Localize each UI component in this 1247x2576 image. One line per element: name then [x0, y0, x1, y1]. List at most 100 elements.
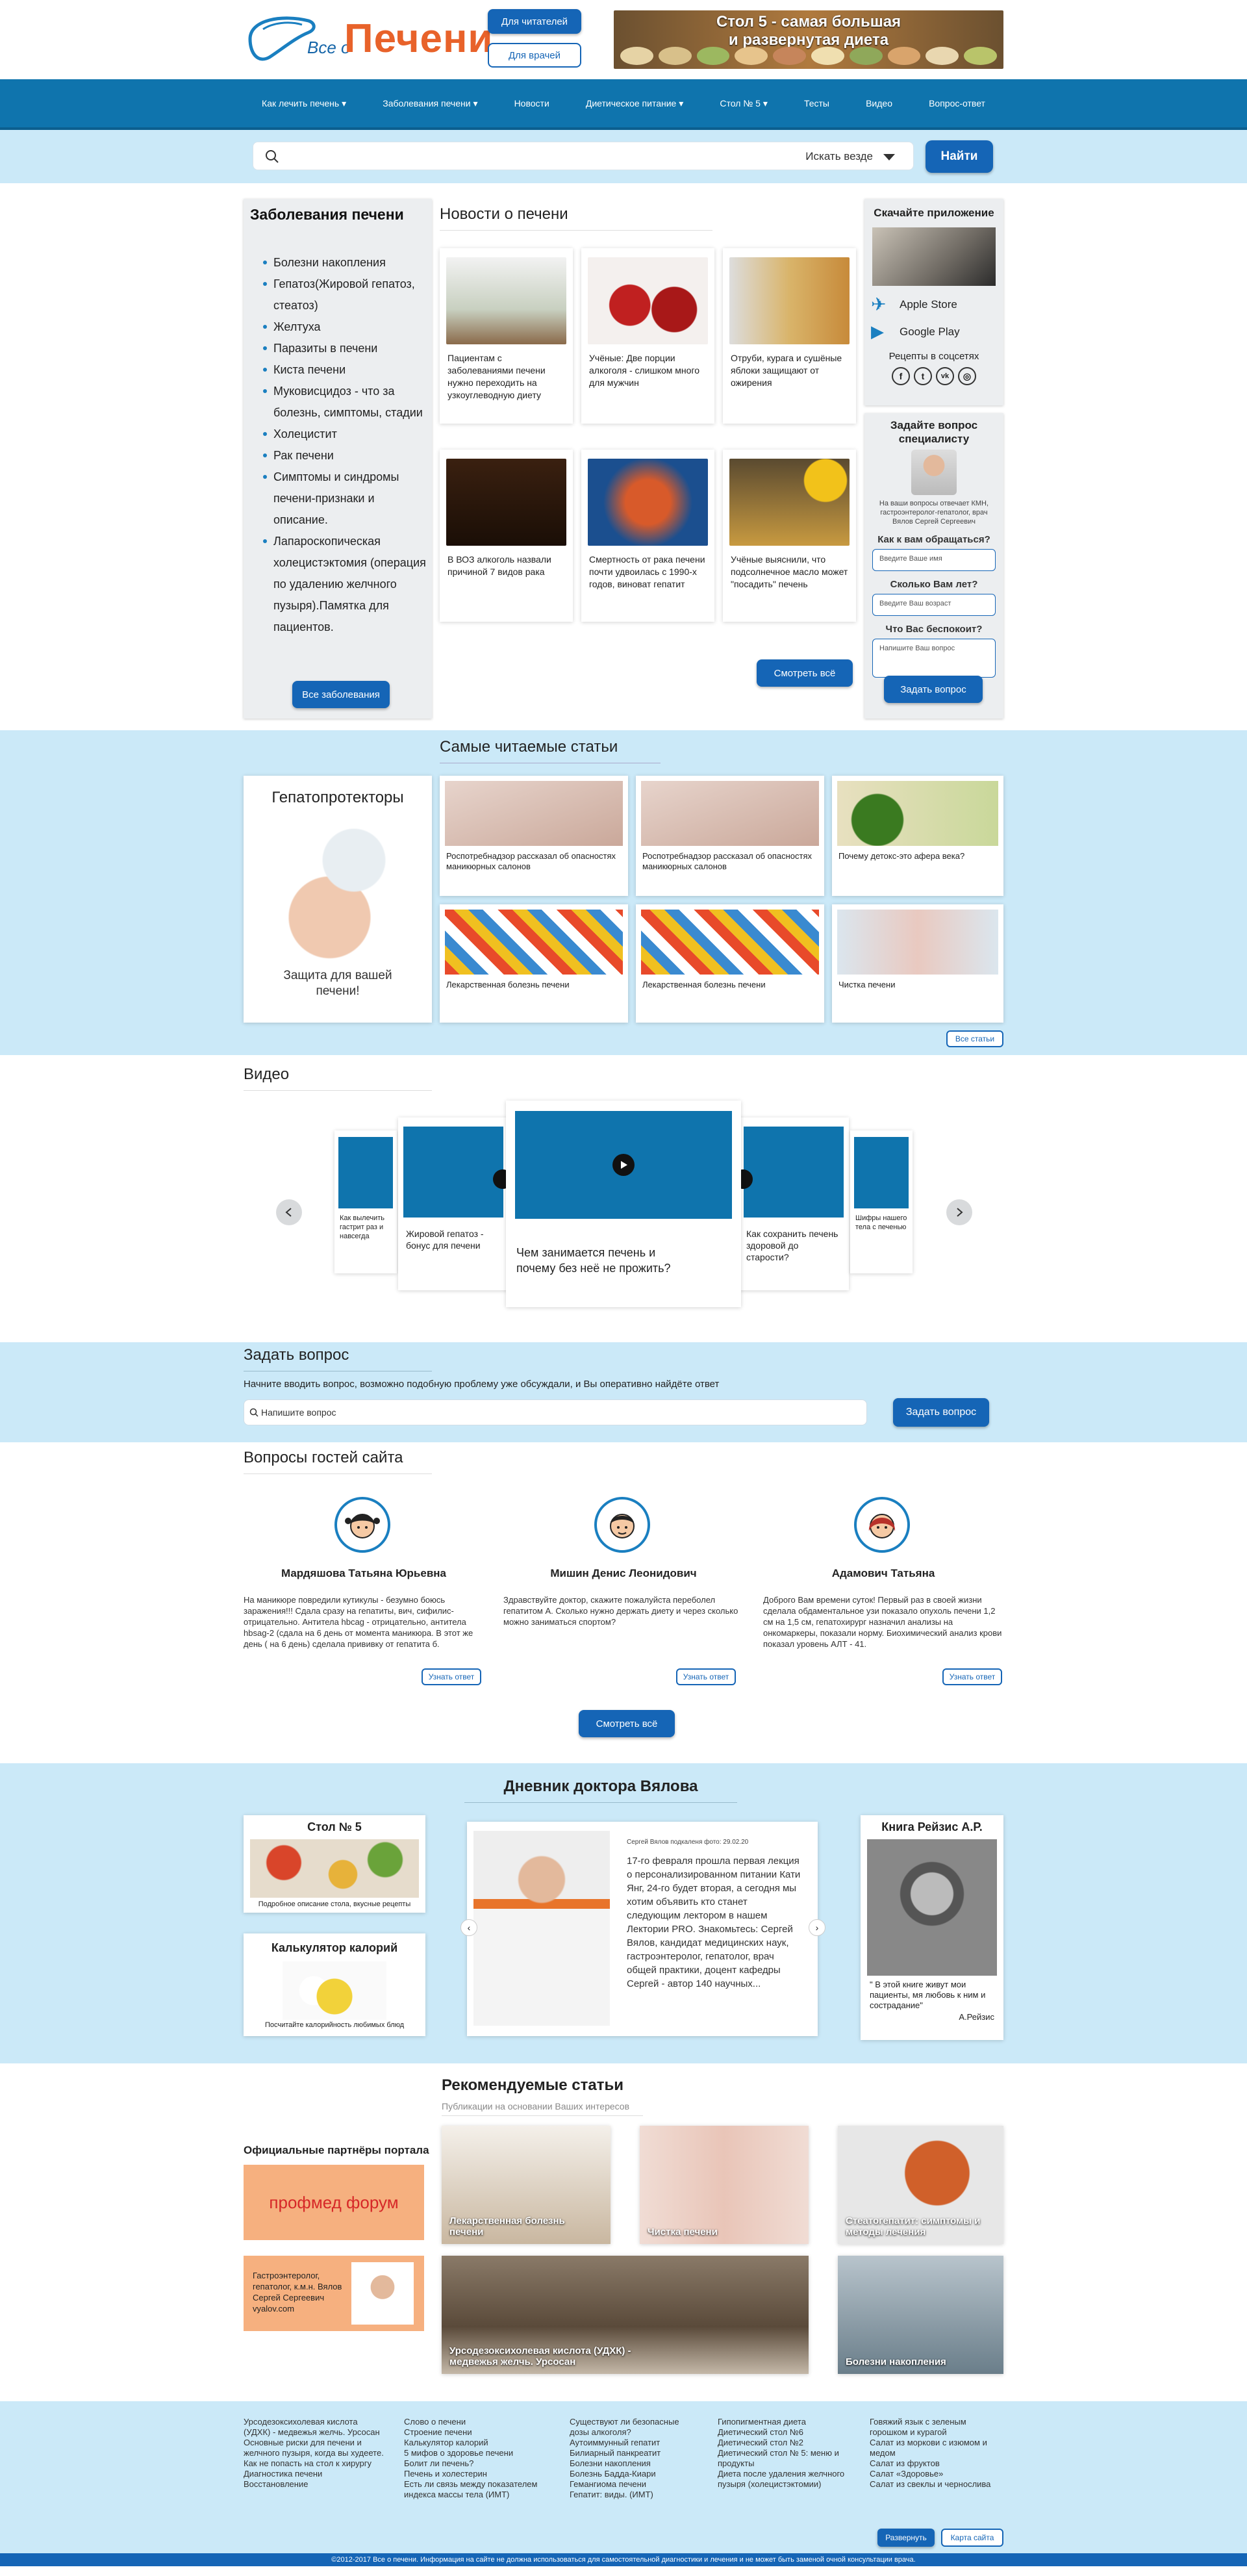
disease-link[interactable]: Гепатоз(Жировой гепатоз, стеатоз) — [263, 274, 428, 316]
news-card[interactable]: Учёные: Две порции алкоголя - слишком мн… — [581, 248, 714, 424]
calorie-card[interactable]: Калькулятор калорий Посчитайте калорийно… — [244, 1933, 425, 2036]
footer-link[interactable]: Салат из свеклы и чернослива — [870, 2479, 1003, 2490]
footer-link[interactable]: Болит ли печень? — [404, 2458, 550, 2469]
footer-link[interactable]: Слово о печени — [404, 2417, 550, 2427]
footer-link[interactable]: Урсодезоксихолевая кислота (УДХК) - медв… — [244, 2417, 386, 2438]
article-card[interactable]: Роспотребнадзор рассказал об опасностях … — [440, 776, 628, 896]
footer-link[interactable]: Диетический стол №2 — [718, 2438, 848, 2448]
disease-link[interactable]: Симптомы и синдромы печени-признаки и оп… — [263, 466, 428, 531]
article-card[interactable]: Лекарственная болезнь печени — [440, 904, 628, 1023]
footer-link[interactable]: Билиарный панкреатит — [570, 2448, 699, 2458]
nav-item-news[interactable]: Новости — [514, 98, 549, 108]
news-card[interactable]: Отруби, курага и сушёные яблоки защищают… — [723, 248, 856, 424]
footer-link[interactable]: Строение печени — [404, 2427, 550, 2438]
footer-link[interactable]: Салат из моркови с изюмом и медом — [870, 2438, 1003, 2458]
footer-link[interactable]: Диета после удаления желчного пузыря (хо… — [718, 2469, 848, 2490]
all-articles-button[interactable]: Все статьи — [946, 1030, 1003, 1047]
nav-item-qa[interactable]: Вопрос-ответ — [929, 98, 985, 108]
footer-link[interactable]: 5 мифов о здоровье печени — [404, 2448, 550, 2458]
article-card[interactable]: Почему детокс-это афера века? — [832, 776, 1003, 896]
recommended-card[interactable]: Урсодезоксихолевая кислота (УДХК) - медв… — [442, 2256, 809, 2374]
search-input[interactable]: Искать везде — [253, 142, 914, 170]
footer-link[interactable]: Печень и холестерин — [404, 2469, 550, 2479]
recommended-card[interactable]: Стеатогепатит: симптомы и методы лечения — [838, 2126, 1003, 2244]
article-card[interactable]: Лекарственная болезнь печени — [636, 904, 824, 1023]
recommended-card[interactable]: Чистка печени — [640, 2126, 809, 2244]
video-card[interactable]: Как сохранить печень здоровой до старост… — [738, 1117, 849, 1290]
question-input[interactable]: Напишите вопрос — [244, 1399, 867, 1425]
footer-link[interactable]: Говяжий язык с зеленым горошком и кураго… — [870, 2417, 1003, 2438]
readers-button[interactable]: Для читателей — [488, 9, 581, 34]
nav-item-treatment[interactable]: Как лечить печень ▾ — [262, 98, 346, 109]
video-card-featured[interactable]: Чем занимается печень и почему без неё н… — [506, 1101, 741, 1307]
news-card[interactable]: Смертность от рака печени почти удвоилас… — [581, 450, 714, 622]
twitter-icon[interactable]: t — [914, 367, 932, 385]
news-card[interactable]: В ВОЗ алкоголь назвали причиной 7 видов … — [440, 450, 573, 622]
footer-link[interactable]: Существуют ли безопасные дозы алкоголя? — [570, 2417, 699, 2438]
hepatoprotectors-promo[interactable]: Гепатопротекторы Защита для вашей печени… — [244, 776, 432, 1023]
footer-link[interactable]: Восстановление — [244, 2479, 386, 2490]
footer-link[interactable]: Болезни накопления — [570, 2458, 699, 2469]
question-field[interactable]: Напишите Ваш вопрос — [872, 639, 996, 678]
footer-link[interactable]: Салат «Здоровье» — [870, 2469, 1003, 2479]
video-card[interactable]: Шифры нашего тела с печенью — [850, 1130, 913, 1273]
nav-item-tests[interactable]: Тесты — [804, 98, 829, 108]
carousel-next[interactable] — [946, 1199, 972, 1225]
all-questions-button[interactable]: Смотреть всё — [579, 1710, 675, 1737]
apple-store-link[interactable]: ✈ Apple Store — [871, 294, 1003, 315]
all-diseases-button[interactable]: Все заболевания — [292, 681, 390, 708]
learn-answer-button[interactable]: Узнать ответ — [676, 1668, 736, 1685]
disease-link[interactable]: Муковисцидоз - что за болезнь, симптомы,… — [263, 381, 428, 424]
footer-link[interactable]: Гемангиома печени — [570, 2479, 699, 2490]
article-card[interactable]: Роспотребнадзор рассказал об опасностях … — [636, 776, 824, 896]
search-button[interactable]: Найти — [926, 140, 993, 173]
disease-link[interactable]: Желтуха — [263, 316, 428, 338]
play-icon[interactable] — [612, 1154, 635, 1176]
footer-link[interactable]: Диагностика печени — [244, 2469, 386, 2479]
learn-answer-button[interactable]: Узнать ответ — [942, 1668, 1002, 1685]
article-card[interactable]: Чистка печени — [832, 904, 1003, 1023]
site-logo[interactable]: Все о Печени — [244, 13, 493, 65]
footer-link[interactable]: Болезнь Бадда-Киари — [570, 2469, 699, 2479]
disease-link[interactable]: Холецистит — [263, 424, 428, 445]
video-card[interactable]: Как вылечить гастрит раз и навсегда — [334, 1130, 397, 1273]
footer-link[interactable]: Гипопигментная диета — [718, 2417, 848, 2427]
vyalov-partner[interactable]: Гастроэнтеролог, гепатолог, к.м.н. Вялов… — [244, 2256, 424, 2331]
diary-prev[interactable]: ‹ — [460, 1919, 477, 1936]
disease-link[interactable]: Болезни накопления — [263, 252, 428, 274]
all-news-button[interactable]: Смотреть всё — [757, 659, 853, 687]
vk-icon[interactable]: vk — [936, 367, 954, 385]
news-card[interactable]: Учёные выяснили, что подсолнечное масло … — [723, 450, 856, 622]
disease-link[interactable]: Рак печени — [263, 445, 428, 466]
footer-link[interactable]: Салат из фруктов — [870, 2458, 1003, 2469]
recommended-card[interactable]: Лекарственная болезнь печени — [442, 2126, 611, 2244]
nav-item-video[interactable]: Видео — [866, 98, 892, 108]
footer-link[interactable]: Гепатит: виды. (ИМТ) — [570, 2490, 699, 2500]
footer-link[interactable]: Диетический стол № 5: меню и продукты — [718, 2448, 848, 2469]
ask-question-button[interactable]: Задать вопрос — [893, 1398, 989, 1427]
chevron-down-icon[interactable] — [882, 153, 896, 162]
ask-specialist-button[interactable]: Задать вопрос — [884, 676, 983, 703]
name-field[interactable]: Введите Ваше имя — [872, 549, 996, 571]
instagram-icon[interactable]: ◎ — [958, 367, 976, 385]
expand-button[interactable]: Развернуть — [877, 2529, 935, 2547]
learn-answer-button[interactable]: Узнать ответ — [422, 1668, 481, 1685]
diary-next[interactable]: › — [809, 1919, 825, 1936]
nav-item-table5[interactable]: Стол № 5 ▾ — [720, 98, 768, 109]
nav-item-diseases[interactable]: Заболевания печени ▾ — [383, 98, 477, 109]
book-card[interactable]: Книга Рейзис А.Р. " В этой книге живут м… — [861, 1815, 1003, 2040]
search-scope-select[interactable]: Искать везде — [805, 150, 873, 163]
video-card[interactable]: Жировой гепатоз - бонус для печени — [398, 1117, 509, 1290]
footer-link[interactable]: Диетический стол №6 — [718, 2427, 848, 2438]
footer-link[interactable]: Есть ли связь между показателем индекса … — [404, 2479, 550, 2500]
nav-item-diet[interactable]: Диетическое питание ▾ — [586, 98, 683, 109]
carousel-prev[interactable] — [276, 1199, 302, 1225]
google-play-link[interactable]: ▶ Google Play — [871, 322, 1003, 342]
doctors-button[interactable]: Для врачей — [488, 43, 581, 68]
disease-link[interactable]: Киста печени — [263, 359, 428, 381]
recommended-card[interactable]: Болезни накопления — [838, 2256, 1003, 2374]
sitemap-button[interactable]: Карта сайта — [941, 2529, 1003, 2547]
diary-post-card[interactable]: Сергей Вялов подкаленя фото: 29.02.20 17… — [467, 1822, 818, 2036]
footer-link[interactable]: Калькулятор калорий — [404, 2438, 550, 2448]
age-field[interactable]: Введите Ваш возраст — [872, 594, 996, 616]
